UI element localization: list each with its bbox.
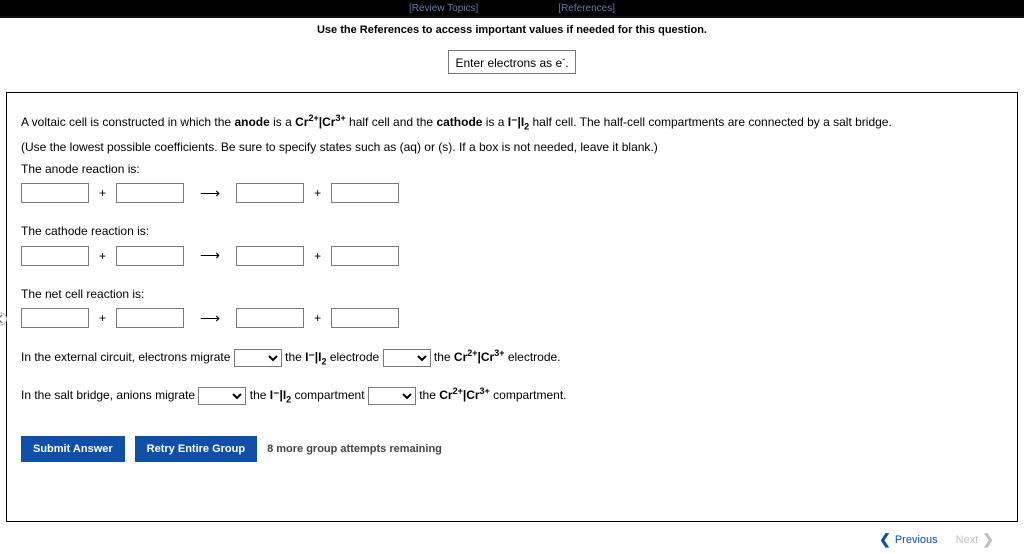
problem-paragraph-2: (Use the lowest possible coefficients. B… <box>21 137 1003 157</box>
migrate-q1: In the external circuit, electrons migra… <box>21 346 1003 370</box>
anode-reactant-2[interactable] <box>116 183 184 203</box>
q1-text: In the external circuit, electrons migra… <box>21 350 234 364</box>
nav-bar: ❮ Previous Next❯ <box>0 524 1012 548</box>
p1-text5: half cell. The half-cell compartments ar… <box>529 115 892 129</box>
q2-text: In the salt bridge, anions migrate <box>21 388 198 402</box>
net-product-2[interactable] <box>331 308 399 328</box>
next-label: Next <box>956 534 979 546</box>
q1-texte: electrode. <box>504 350 560 364</box>
next-button: Next❯ <box>956 531 994 548</box>
cathode-word: cathode <box>436 115 482 129</box>
electron-direction-1-select[interactable] <box>234 349 282 367</box>
submit-answer-button[interactable]: Submit Answer <box>21 436 125 462</box>
net-reactant-2[interactable] <box>116 308 184 328</box>
cathode-reaction-row: + ⟶ + <box>21 246 1003 266</box>
hint-suffix: . <box>565 56 568 70</box>
anode-label: The anode reaction is: <box>21 159 1003 179</box>
i-halfcell-1: I⁻|I2 <box>508 115 529 129</box>
electron-direction-2-select[interactable] <box>383 349 431 367</box>
plus-icon: + <box>310 186 325 200</box>
hint-prefix: Enter electrons as e <box>455 56 562 70</box>
cathode-label: The cathode reaction is: <box>21 221 1003 241</box>
plus-icon: + <box>310 249 325 263</box>
anode-word: anode <box>234 115 269 129</box>
anode-reactant-1[interactable] <box>21 183 89 203</box>
net-product-1[interactable] <box>236 308 304 328</box>
scroll-chevron-left-icon[interactable] <box>0 307 7 331</box>
plus-icon: + <box>95 249 110 263</box>
anode-product-2[interactable] <box>331 183 399 203</box>
cr-halfcell-1: Cr2+|Cr3+ <box>295 115 346 129</box>
chevron-left-icon: ❮ <box>879 531 891 548</box>
chevron-right-icon: ❯ <box>982 531 994 548</box>
plus-icon: + <box>95 186 110 200</box>
plus-icon: + <box>95 311 110 325</box>
anion-direction-2-select[interactable] <box>368 387 416 405</box>
cr-halfcell-3: Cr2+|Cr3+ <box>439 388 490 402</box>
net-label: The net cell reaction is: <box>21 284 1003 304</box>
migrate-q2: In the salt bridge, anions migrate the I… <box>21 384 1003 408</box>
anode-product-1[interactable] <box>236 183 304 203</box>
p1-text: A voltaic cell is constructed in which t… <box>21 115 234 129</box>
top-bar: [Review Topics] [References] <box>0 0 1024 18</box>
cr-halfcell-2: Cr2+|Cr3+ <box>454 350 505 364</box>
arrow-icon: ⟶ <box>190 310 230 327</box>
plus-icon: + <box>310 311 325 325</box>
anode-reaction-row: + ⟶ + <box>21 183 1003 203</box>
net-reactant-1[interactable] <box>21 308 89 328</box>
arrow-icon: ⟶ <box>190 247 230 264</box>
net-reaction-row: + ⟶ + <box>21 308 1003 328</box>
attempts-remaining: 8 more group attempts remaining <box>267 443 442 455</box>
arrow-icon: ⟶ <box>190 185 230 202</box>
q1-textd: the <box>434 350 454 364</box>
previous-label: Previous <box>895 534 938 546</box>
q1-textc: electrode <box>327 350 383 364</box>
q1-textb: the <box>285 350 305 364</box>
retry-group-button[interactable]: Retry Entire Group <box>135 436 257 462</box>
problem-paragraph-1: A voltaic cell is constructed in which t… <box>21 111 1003 135</box>
cathode-reactant-2[interactable] <box>116 246 184 266</box>
cathode-product-1[interactable] <box>236 246 304 266</box>
q2-textc: compartment <box>291 388 368 402</box>
q2-textb: the <box>250 388 270 402</box>
question-panel: A voltaic cell is constructed in which t… <box>6 92 1018 522</box>
i-halfcell-3: I⁻|I2 <box>270 388 291 402</box>
q2-textd: the <box>419 388 439 402</box>
i-halfcell-2: I⁻|I2 <box>305 350 326 364</box>
button-bar: Submit Answer Retry Entire Group 8 more … <box>21 436 1003 462</box>
references-link[interactable]: [References] <box>558 3 615 14</box>
anion-direction-1-select[interactable] <box>198 387 246 405</box>
hint-box: Enter electrons as e-. <box>448 50 575 74</box>
p1-text4: is a <box>482 115 507 129</box>
cathode-reactant-1[interactable] <box>21 246 89 266</box>
cathode-product-2[interactable] <box>331 246 399 266</box>
p1-text3: half cell and the <box>346 115 437 129</box>
p1-text2: is a <box>270 115 295 129</box>
previous-button[interactable]: ❮ Previous <box>879 531 938 548</box>
q2-texte: compartment. <box>490 388 567 402</box>
instruction-text: Use the References to access important v… <box>0 18 1024 46</box>
review-topics-link[interactable]: [Review Topics] <box>409 3 478 14</box>
